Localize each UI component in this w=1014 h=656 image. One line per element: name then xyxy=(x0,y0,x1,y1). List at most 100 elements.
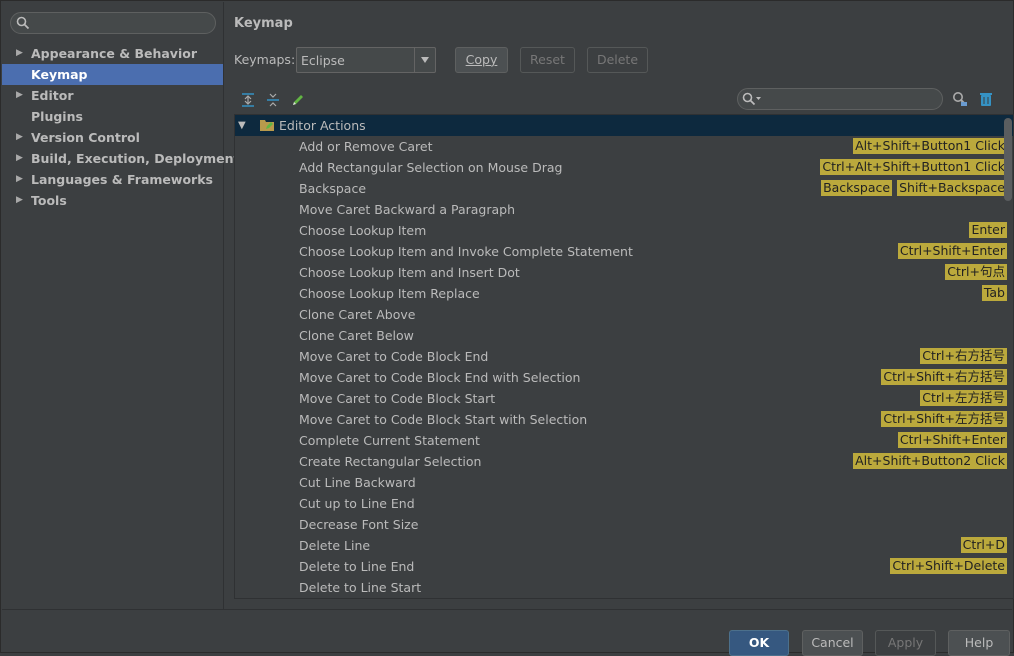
action-filter-input[interactable] xyxy=(737,88,943,110)
table-row[interactable]: Choose Lookup Item Enter xyxy=(235,220,1013,241)
sidebar-item-label: Version Control xyxy=(31,130,140,145)
table-row[interactable]: Clone Caret Below xyxy=(235,325,1013,346)
shortcut-badge: Ctrl+Shift+右方括号 xyxy=(881,369,1007,385)
sidebar-item-plugins[interactable]: Plugins xyxy=(2,106,223,127)
expand-arrow-icon[interactable]: ▶ xyxy=(16,85,23,106)
shortcut-list: Ctrl+Shift+左方括号 xyxy=(881,411,1007,427)
shortcut-list: Ctrl+D xyxy=(960,537,1007,553)
action-label: Backspace xyxy=(299,181,367,196)
expand-arrow-icon[interactable]: ▶ xyxy=(16,190,23,211)
action-label: Delete to Line Start xyxy=(299,580,422,595)
chevron-down-icon[interactable] xyxy=(414,48,435,72)
action-label: Add or Remove Caret xyxy=(299,139,433,154)
action-label: Clone Caret Below xyxy=(299,328,414,343)
table-row[interactable]: Cut up to Line End xyxy=(235,493,1013,514)
shortcut-list: Enter xyxy=(969,222,1007,238)
collapse-all-icon[interactable] xyxy=(265,92,281,108)
table-row[interactable]: Choose Lookup Item and Insert Dot Ctrl+句点 xyxy=(235,262,1013,283)
shortcut-list: Ctrl+Shift+Enter xyxy=(897,243,1007,259)
expand-all-icon[interactable] xyxy=(240,92,256,108)
table-row[interactable]: Clone Caret Above xyxy=(235,304,1013,325)
page-title: Keymap xyxy=(234,16,293,31)
table-row[interactable]: Delete to Line End Ctrl+Shift+Delete xyxy=(235,556,1013,577)
table-row[interactable]: Backspace Backspace Shift+Backspace xyxy=(235,178,1013,199)
action-label: Add Rectangular Selection on Mouse Drag xyxy=(299,160,563,175)
action-label: Move Caret to Code Block End with Select… xyxy=(299,370,581,385)
table-row[interactable]: Cut Line Backward xyxy=(235,472,1013,493)
shortcut-list: Ctrl+左方括号 xyxy=(920,390,1007,406)
collapse-arrow-icon[interactable]: ▼ xyxy=(238,115,246,136)
search-icon xyxy=(742,92,761,106)
sidebar-item-build-execution-deployment[interactable]: ▶ Build, Execution, Deployment xyxy=(2,148,239,169)
sidebar-item-label: Appearance & Behavior xyxy=(31,46,197,61)
keymap-panel: Keymap Keymaps: Eclipse Copy Reset Delet… xyxy=(224,2,1014,609)
sidebar-item-appearance-behavior[interactable]: ▶ Appearance & Behavior xyxy=(2,43,223,64)
table-row[interactable]: Delete Line Ctrl+D xyxy=(235,535,1013,556)
shortcut-list: Alt+Shift+Button2 Click xyxy=(853,453,1007,469)
edit-pencil-icon[interactable] xyxy=(290,92,306,108)
shortcut-list: Ctrl+句点 xyxy=(945,264,1007,280)
shortcut-badge: Backspace xyxy=(821,180,893,196)
keymap-select[interactable]: Eclipse xyxy=(296,47,436,73)
sidebar-item-languages-frameworks[interactable]: ▶ Languages & Frameworks xyxy=(2,169,223,190)
sidebar-item-keymap[interactable]: Keymap xyxy=(2,64,223,85)
shortcut-badge: Shift+Backspace xyxy=(897,180,1007,196)
tree-scrollbar[interactable] xyxy=(1004,118,1012,201)
table-row[interactable]: Move Caret to Code Block End with Select… xyxy=(235,367,1013,388)
shortcut-badge: Ctrl+句点 xyxy=(945,264,1007,280)
table-row[interactable]: Delete to Line Start xyxy=(235,577,1013,598)
reset-button[interactable]: Reset xyxy=(520,47,575,73)
sidebar-item-label: Plugins xyxy=(31,109,83,124)
table-row[interactable]: Move Caret to Code Block Start Ctrl+左方括号 xyxy=(235,388,1013,409)
search-icon xyxy=(16,16,30,30)
table-row[interactable]: Create Rectangular Selection Alt+Shift+Bu… xyxy=(235,451,1013,472)
shortcut-badge: Ctrl+Shift+Delete xyxy=(890,558,1007,574)
action-label: Complete Current Statement xyxy=(299,433,480,448)
action-label: Choose Lookup Item and Insert Dot xyxy=(299,265,520,280)
action-label: Decrease Font Size xyxy=(299,517,419,532)
table-row[interactable]: Decrease Font Size xyxy=(235,514,1013,535)
delete-button[interactable]: Delete xyxy=(587,47,648,73)
table-row[interactable]: Move Caret Backward a Paragraph xyxy=(235,199,1013,220)
expand-arrow-icon[interactable]: ▶ xyxy=(16,43,23,64)
table-row[interactable]: Move Caret to Code Block Start with Sele… xyxy=(235,409,1013,430)
table-row[interactable]: Choose Lookup Item Replace Tab xyxy=(235,283,1013,304)
expand-arrow-icon[interactable]: ▶ xyxy=(16,169,23,190)
copy-button[interactable]: Copy xyxy=(455,47,508,73)
tree-group-label: Editor Actions xyxy=(279,118,366,133)
shortcut-badge: Ctrl+D xyxy=(960,537,1007,553)
table-row[interactable]: Add or Remove Caret Alt+Shift+Button1 Cli… xyxy=(235,136,1013,157)
action-label: Clone Caret Above xyxy=(299,307,416,322)
sidebar-item-tools[interactable]: ▶ Tools xyxy=(2,190,223,211)
action-label: Choose Lookup Item Replace xyxy=(299,286,480,301)
sidebar-item-editor[interactable]: ▶ Editor xyxy=(2,85,223,106)
shortcut-badge: Alt+Shift+Button1 Click xyxy=(853,138,1007,154)
tree-group-editor-actions[interactable]: ▼ Editor Actions xyxy=(235,115,1013,136)
ok-button[interactable]: OK xyxy=(729,630,789,656)
cancel-button[interactable]: Cancel xyxy=(802,630,863,656)
find-shortcut-icon[interactable] xyxy=(952,91,968,107)
trash-icon[interactable] xyxy=(978,91,994,107)
keymaps-label: Keymaps: xyxy=(234,52,296,67)
table-row[interactable]: Complete Current Statement Ctrl+Shift+Ent… xyxy=(235,430,1013,451)
action-label: Cut Line Backward xyxy=(299,475,416,490)
shortcut-badge: Ctrl+右方括号 xyxy=(920,348,1007,364)
expand-arrow-icon[interactable]: ▶ xyxy=(16,148,23,169)
sidebar-item-label: Build, Execution, Deployment xyxy=(31,151,240,166)
table-row[interactable]: Add Rectangular Selection on Mouse Drag C… xyxy=(235,157,1013,178)
settings-search-input[interactable] xyxy=(10,12,216,34)
folder-icon xyxy=(260,120,274,131)
shortcut-badge: Enter xyxy=(969,222,1007,238)
help-button[interactable]: Help xyxy=(948,630,1010,656)
settings-sidebar: ▶ Appearance & Behavior Keymap ▶ Editor Plugi… xyxy=(2,2,239,609)
table-row[interactable]: Move Caret to Code Block End Ctrl+右方括号 xyxy=(235,346,1013,367)
shortcut-list: Ctrl+Shift+Enter xyxy=(897,432,1007,448)
apply-button[interactable]: Apply xyxy=(875,630,936,656)
shortcut-badge: Ctrl+Shift+Enter xyxy=(897,432,1007,448)
sidebar-item-label: Keymap xyxy=(31,67,88,82)
sidebar-item-version-control[interactable]: ▶ Version Control xyxy=(2,127,223,148)
shortcut-list: Alt+Shift+Button1 Click xyxy=(853,138,1007,154)
table-row[interactable]: Choose Lookup Item and Invoke Complete S… xyxy=(235,241,1013,262)
expand-arrow-icon[interactable]: ▶ xyxy=(16,127,23,148)
dialog-footer: OK Cancel Apply Help xyxy=(2,609,1012,656)
